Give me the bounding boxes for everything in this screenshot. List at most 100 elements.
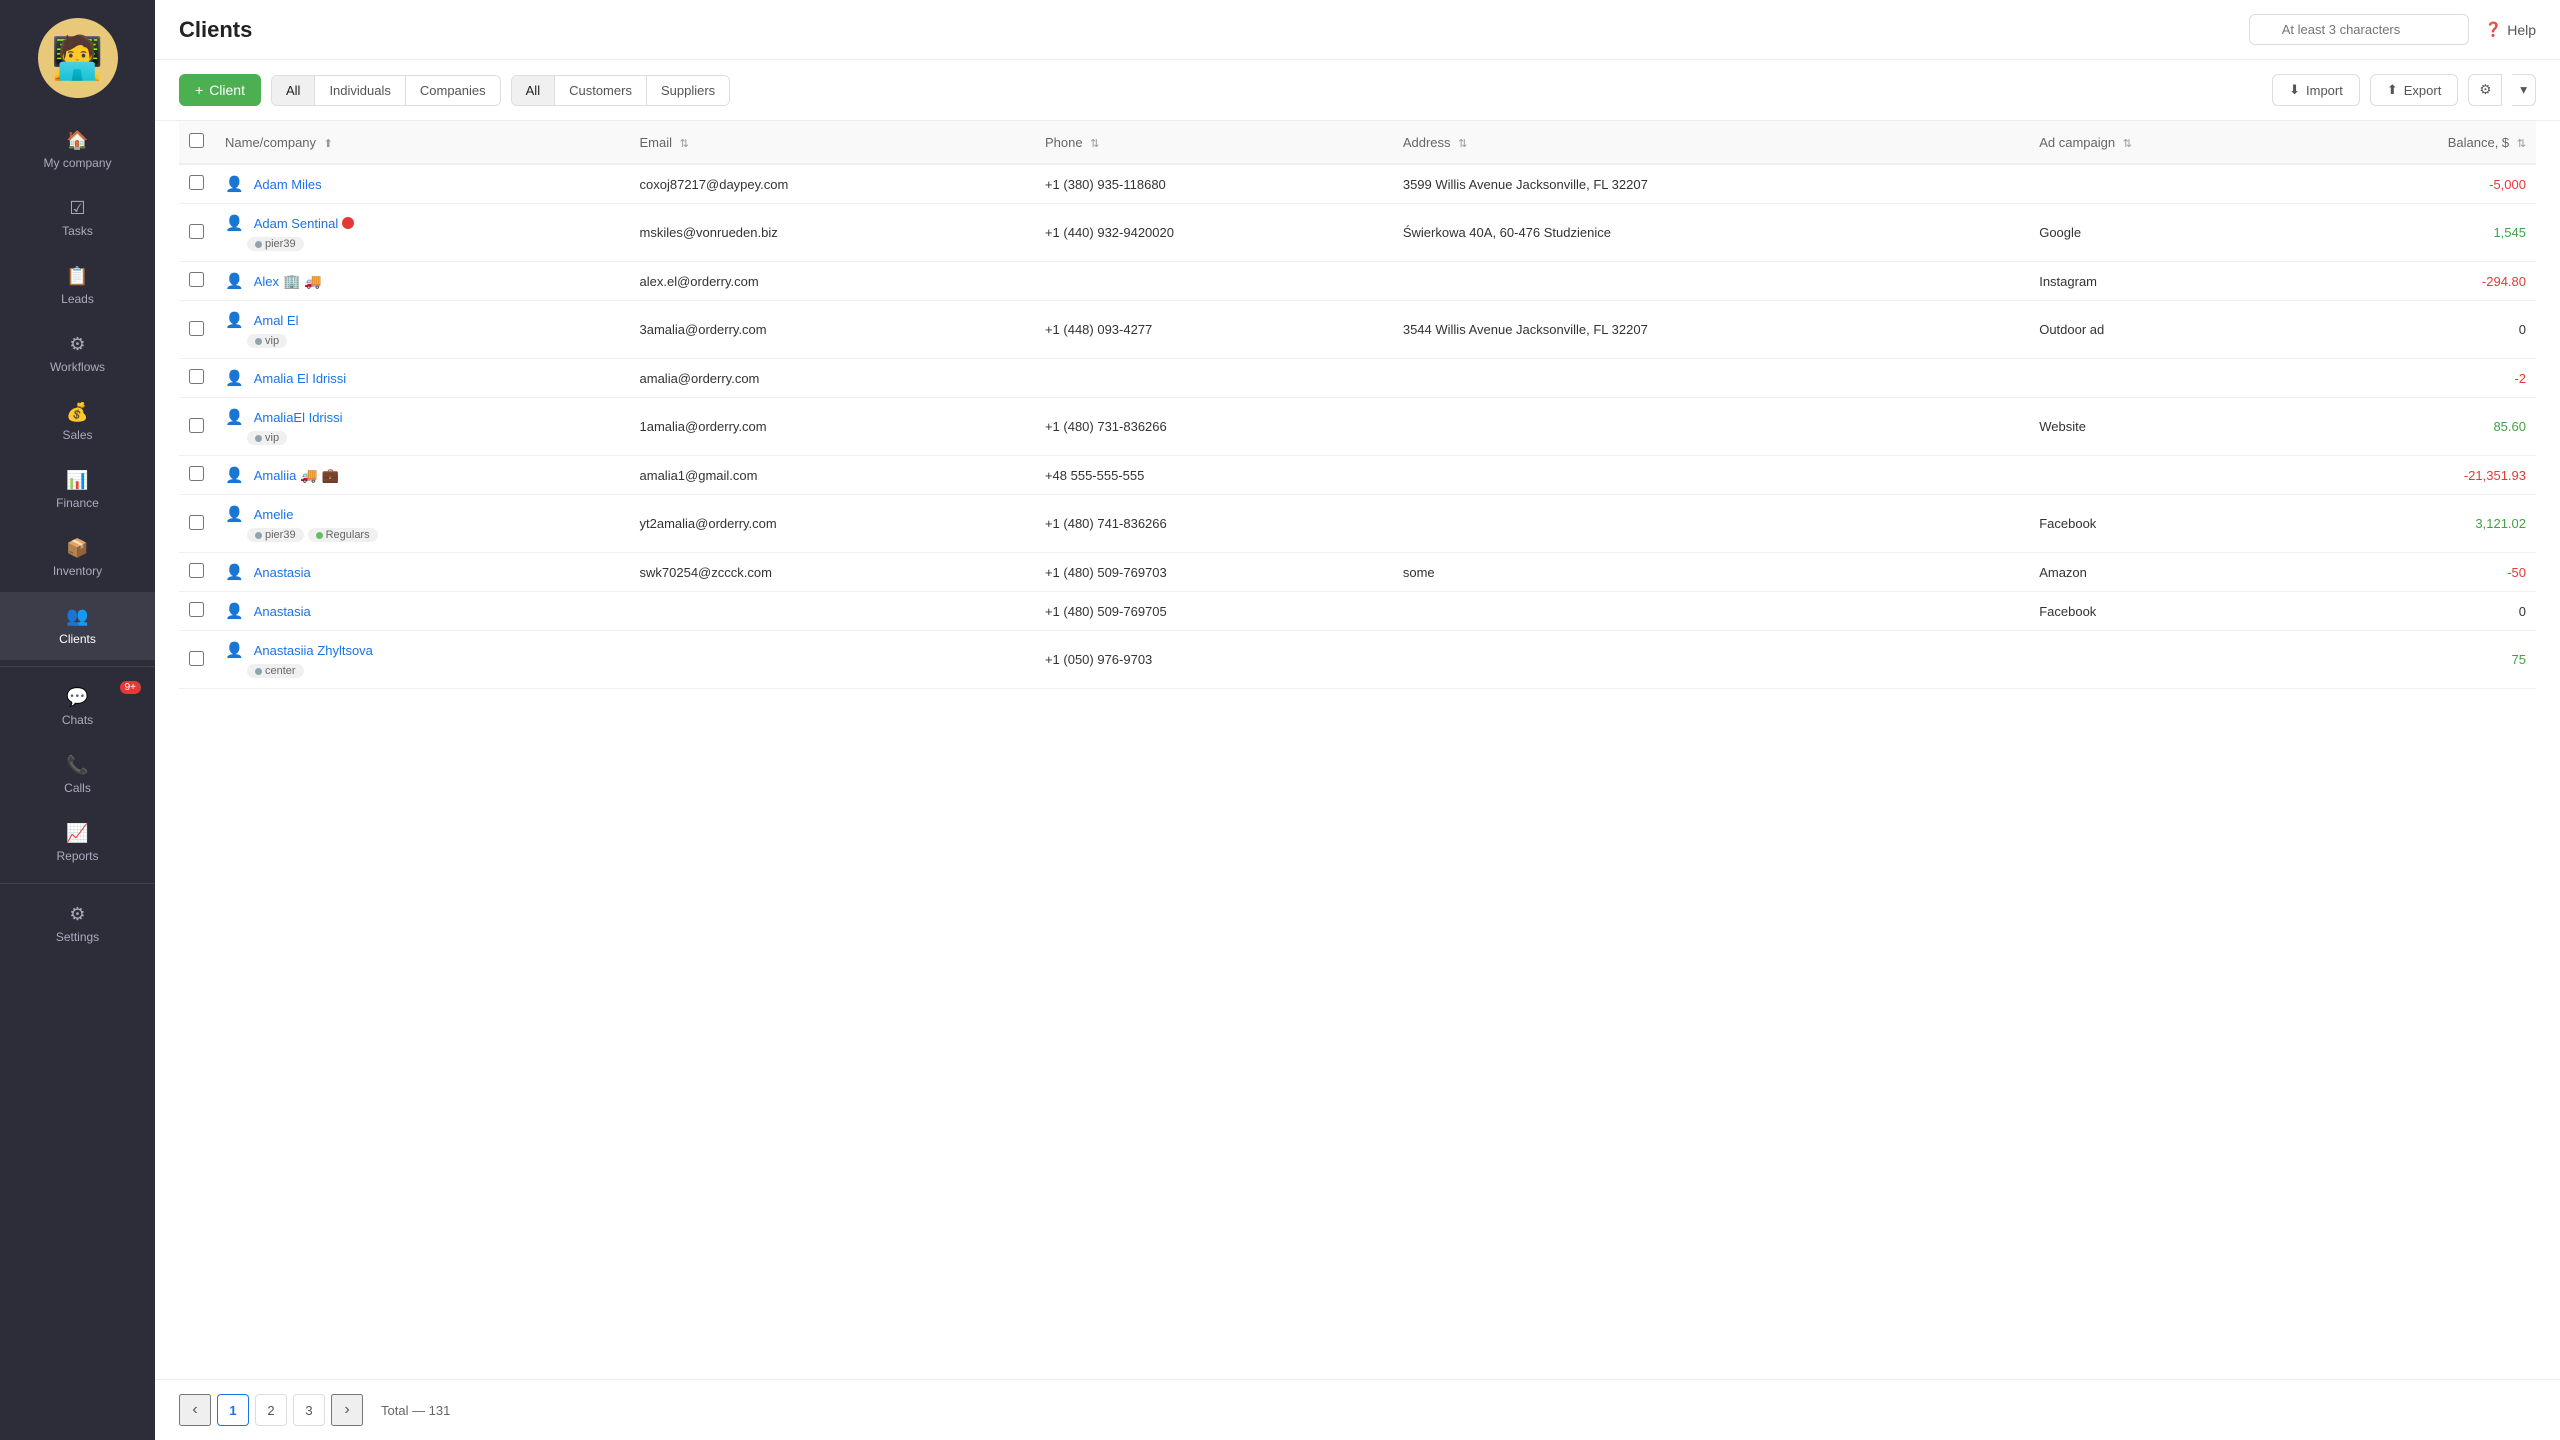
address-cell: [1393, 456, 2029, 495]
col-header-name[interactable]: Name/company ⬆: [215, 121, 630, 164]
sidebar-item-chats[interactable]: 💬 9+ Chats: [0, 673, 155, 741]
row-checkbox[interactable]: [189, 272, 204, 287]
filter-customers[interactable]: Customers: [555, 76, 647, 105]
sidebar-item-sales[interactable]: 💰 Sales: [0, 388, 155, 456]
columns-dropdown-button[interactable]: ▾: [2512, 74, 2536, 106]
sidebar-item-reports[interactable]: 📈 Reports: [0, 809, 155, 877]
sidebar-item-tasks[interactable]: ☑ Tasks: [0, 184, 155, 252]
client-type-icon: 👤: [225, 311, 244, 329]
client-name-link[interactable]: Anastasia: [254, 604, 311, 619]
col-header-ad-campaign[interactable]: Ad campaign ⇅: [2029, 121, 2300, 164]
sidebar-divider: [0, 666, 155, 667]
name-cell: 👤 Alex🏢🚚: [225, 272, 620, 290]
name-row: 👤 Anastasia: [225, 563, 620, 581]
search-input[interactable]: [2249, 14, 2469, 45]
avatar-container: 🧑‍💻: [0, 0, 155, 108]
row-checkbox[interactable]: [189, 369, 204, 384]
row-checkbox[interactable]: [189, 602, 204, 617]
address-cell: Świerkowa 40A, 60-476 Studzienice: [1393, 204, 2029, 262]
sidebar-item-my-company[interactable]: 🏠 My company: [0, 116, 155, 184]
row-checkbox[interactable]: [189, 563, 204, 578]
address-cell: [1393, 359, 2029, 398]
filter-all-role[interactable]: All: [512, 76, 555, 105]
sidebar-item-workflows[interactable]: ⚙ Workflows: [0, 320, 155, 388]
filter-suppliers[interactable]: Suppliers: [647, 76, 729, 105]
export-button[interactable]: ⬆ Export: [2370, 74, 2458, 106]
client-name-link[interactable]: Anastasia: [254, 565, 311, 580]
table-row: 👤 Anastasia+1 (480) 509-769705Facebook0: [179, 592, 2536, 631]
row-checkbox[interactable]: [189, 175, 204, 190]
calls-icon: 📞: [66, 755, 88, 776]
phone-cell: +1 (050) 976-9703: [1035, 631, 1393, 689]
sidebar-item-clients[interactable]: 👥 Clients: [0, 592, 155, 660]
avatar[interactable]: 🧑‍💻: [38, 18, 118, 98]
client-type-icon: 👤: [225, 466, 244, 484]
import-button[interactable]: ⬇ Import: [2272, 74, 2360, 106]
sort-icon-balance: ⇅: [2517, 138, 2526, 150]
sidebar-item-inventory[interactable]: 📦 Inventory: [0, 524, 155, 592]
name-row: 👤 Amalia El Idrissi: [225, 369, 620, 387]
client-name-link[interactable]: Adam Sentinal: [254, 216, 339, 231]
row-checkbox[interactable]: [189, 321, 204, 336]
sidebar-item-leads[interactable]: 📋 Leads: [0, 252, 155, 320]
table-row: 👤 Ameliepier39Regularsyt2amalia@orderry.…: [179, 495, 2536, 553]
main-content: Clients 🔍 ❓ Help + Client All Individual…: [155, 0, 2560, 1440]
select-all-header[interactable]: [179, 121, 215, 164]
client-name-link[interactable]: Amelie: [254, 507, 294, 522]
pagination-next[interactable]: ›: [331, 1394, 363, 1426]
table-row: 👤 Anastasiia Zhyltsovacenter+1 (050) 976…: [179, 631, 2536, 689]
col-header-balance[interactable]: Balance, $ ⇅: [2300, 121, 2536, 164]
row-checkbox[interactable]: [189, 466, 204, 481]
select-all-checkbox[interactable]: [189, 133, 204, 148]
sort-icon-ad: ⇅: [2123, 138, 2132, 150]
pagination-page-2[interactable]: 2: [255, 1394, 287, 1426]
sidebar-item-settings[interactable]: ⚙ Settings: [0, 890, 155, 958]
help-circle-icon: ❓: [2485, 21, 2502, 38]
balance-cell: 85.60: [2300, 398, 2536, 456]
type-filter-group: All Individuals Companies: [271, 75, 501, 106]
help-button[interactable]: ❓ Help: [2485, 21, 2536, 38]
client-name-link[interactable]: Adam Miles: [254, 177, 322, 192]
sidebar-item-finance[interactable]: 📊 Finance: [0, 456, 155, 524]
client-name-link[interactable]: AmaliaEl Idrissi: [254, 410, 343, 425]
workflows-icon: ⚙: [69, 334, 85, 355]
phone-cell: +48 555-555-555: [1035, 456, 1393, 495]
home-icon: 🏠: [66, 130, 88, 151]
client-name-link[interactable]: Amaliia: [254, 468, 297, 483]
pagination-prev[interactable]: ‹: [179, 1394, 211, 1426]
pagination-page-1[interactable]: 1: [217, 1394, 249, 1426]
pagination-page-3[interactable]: 3: [293, 1394, 325, 1426]
ad-campaign-cell: [2029, 631, 2300, 689]
name-cell: 👤 Amal El vip: [225, 311, 620, 348]
sidebar-label-finance: Finance: [56, 496, 99, 510]
clients-icon: 👥: [66, 606, 88, 627]
col-header-address[interactable]: Address ⇅: [1393, 121, 2029, 164]
email-cell: coxoj87217@daypey.com: [630, 164, 1035, 204]
row-checkbox[interactable]: [189, 224, 204, 239]
filter-companies[interactable]: Companies: [406, 76, 500, 105]
email-cell: amalia1@gmail.com: [630, 456, 1035, 495]
sidebar-label-inventory: Inventory: [53, 564, 102, 578]
row-checkbox[interactable]: [189, 418, 204, 433]
filter-individuals[interactable]: Individuals: [315, 76, 405, 105]
sidebar-label-settings: Settings: [56, 930, 99, 944]
col-header-phone[interactable]: Phone ⇅: [1035, 121, 1393, 164]
client-name-link[interactable]: Alex: [254, 274, 279, 289]
client-name-link[interactable]: Anastasiia Zhyltsova: [254, 643, 373, 658]
row-checkbox[interactable]: [189, 651, 204, 666]
add-client-button[interactable]: + Client: [179, 74, 261, 106]
sidebar-label-reports: Reports: [56, 849, 98, 863]
col-header-email[interactable]: Email ⇅: [630, 121, 1035, 164]
tag: pier39: [247, 237, 304, 251]
ad-campaign-cell: Facebook: [2029, 592, 2300, 631]
tags-row: vip: [225, 332, 620, 348]
sidebar: 🧑‍💻 🏠 My company ☑ Tasks 📋 Leads ⚙ Workf…: [0, 0, 155, 1440]
row-checkbox[interactable]: [189, 515, 204, 530]
sidebar-item-calls[interactable]: 📞 Calls: [0, 741, 155, 809]
client-name-link[interactable]: Amalia El Idrissi: [254, 371, 346, 386]
page-title: Clients: [179, 17, 252, 43]
client-name-link[interactable]: Amal El: [254, 313, 299, 328]
columns-settings-button[interactable]: ⚙: [2468, 74, 2502, 106]
sidebar-label-calls: Calls: [64, 781, 91, 795]
filter-all-type[interactable]: All: [272, 76, 315, 105]
